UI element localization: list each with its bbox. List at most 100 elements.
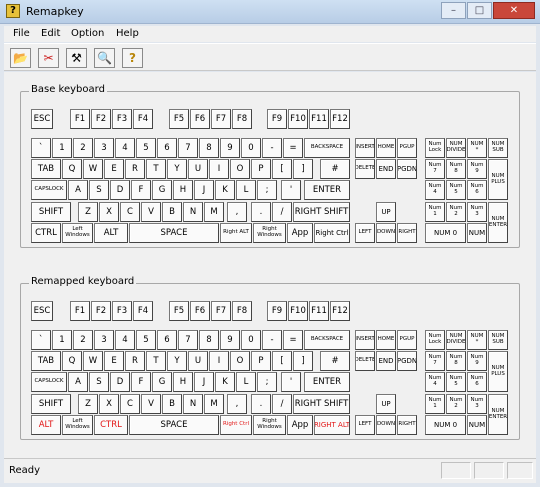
remapped-key-f6[interactable]: F6: [190, 301, 210, 321]
remapped-key-u[interactable]: U: [188, 351, 208, 371]
maximize-button[interactable]: □: [467, 2, 492, 19]
base-key-lbr[interactable]: [: [272, 159, 292, 179]
remapped-key-grave[interactable]: `: [31, 330, 51, 350]
base-key-rwin[interactable]: Right Windows: [253, 223, 286, 243]
base-key-pgup[interactable]: PGUP: [397, 138, 417, 158]
base-key-f[interactable]: F: [131, 180, 151, 200]
remapped-key-end[interactable]: END: [376, 351, 396, 371]
base-key-g[interactable]: G: [152, 180, 172, 200]
base-key-caps[interactable]: CAPSLOCK: [31, 180, 67, 200]
base-key-end[interactable]: END: [376, 159, 396, 179]
base-key-period[interactable]: .: [251, 202, 271, 222]
base-key-slash[interactable]: /: [272, 202, 292, 222]
base-key-f10[interactable]: F10: [288, 109, 308, 129]
remapped-key-tab[interactable]: TAB: [31, 351, 61, 371]
clear-icon[interactable]: ✂: [38, 48, 59, 68]
base-key-u[interactable]: U: [188, 159, 208, 179]
base-key-space[interactable]: SPACE: [129, 223, 219, 243]
base-key-hash[interactable]: #: [320, 159, 350, 179]
base-key-rbr[interactable]: ]: [293, 159, 313, 179]
base-key-numenter[interactable]: NUM ENTER: [488, 202, 508, 243]
remapped-key-pgup[interactable]: PGUP: [397, 330, 417, 350]
base-key-h[interactable]: H: [173, 180, 193, 200]
remapped-key-n0[interactable]: 0: [241, 330, 261, 350]
base-key-numplus[interactable]: NUM PLUS: [488, 159, 508, 200]
base-key-f7[interactable]: F7: [211, 109, 231, 129]
remapped-key-num3[interactable]: Num 3: [467, 394, 487, 414]
remapped-key-j[interactable]: J: [194, 372, 214, 392]
base-key-rctrl[interactable]: Right Ctrl: [314, 223, 350, 243]
base-key-m[interactable]: M: [204, 202, 224, 222]
remapped-key-num0[interactable]: NUM 0: [425, 415, 466, 435]
base-key-backspace[interactable]: BACKSPACE: [304, 138, 350, 158]
base-key-b[interactable]: B: [162, 202, 182, 222]
remapped-key-i[interactable]: I: [209, 351, 229, 371]
remapped-key-left[interactable]: LEFT: [355, 415, 375, 435]
remapped-key-n1[interactable]: 1: [52, 330, 72, 350]
base-key-x[interactable]: X: [99, 202, 119, 222]
base-key-num3[interactable]: Num 3: [467, 202, 487, 222]
remapped-key-rbr[interactable]: ]: [293, 351, 313, 371]
remapped-key-numenter[interactable]: NUM ENTER: [488, 394, 508, 435]
remapped-key-numlock[interactable]: Num Lock: [425, 330, 445, 350]
close-button[interactable]: ✕: [493, 2, 535, 19]
remapped-key-del[interactable]: DELETE: [355, 351, 375, 371]
base-key-esc[interactable]: ESC: [31, 109, 53, 129]
remapped-key-num2[interactable]: Num 2: [446, 394, 466, 414]
base-key-q[interactable]: Q: [62, 159, 82, 179]
remapped-key-n[interactable]: N: [183, 394, 203, 414]
base-key-right[interactable]: RIGHT: [397, 223, 417, 243]
remapped-key-n3[interactable]: 3: [94, 330, 114, 350]
base-key-n7[interactable]: 7: [178, 138, 198, 158]
base-key-n5[interactable]: 5: [136, 138, 156, 158]
remapped-key-numsub[interactable]: NUM SUB: [488, 330, 508, 350]
remapped-key-n7[interactable]: 7: [178, 330, 198, 350]
base-key-lalt[interactable]: ALT: [94, 223, 128, 243]
remapped-key-lctrl[interactable]: ALT: [31, 415, 61, 435]
remapped-key-numdiv[interactable]: NUM DIVIDE: [446, 330, 466, 350]
open-icon[interactable]: 📂: [10, 48, 31, 68]
remapped-key-esc[interactable]: ESC: [31, 301, 53, 321]
remapped-key-pgdn[interactable]: PGDN: [397, 351, 417, 371]
remapped-key-num1[interactable]: Num 1: [425, 394, 445, 414]
remapped-key-home[interactable]: HOME: [376, 330, 396, 350]
base-key-lwin[interactable]: Left Windows: [62, 223, 93, 243]
remapped-key-down[interactable]: DOWN: [376, 415, 396, 435]
remapped-key-f11[interactable]: F11: [309, 301, 329, 321]
remapped-key-right[interactable]: RIGHT: [397, 415, 417, 435]
menu-help[interactable]: Help: [116, 28, 139, 39]
remapped-key-num6[interactable]: Num 6: [467, 372, 487, 392]
remapped-key-r[interactable]: R: [125, 351, 145, 371]
remapped-key-m[interactable]: M: [204, 394, 224, 414]
menu-edit[interactable]: Edit: [41, 28, 60, 39]
remapped-key-lwin[interactable]: Left Windows: [62, 415, 93, 435]
base-key-o[interactable]: O: [230, 159, 250, 179]
base-key-tab[interactable]: TAB: [31, 159, 61, 179]
base-key-rshift[interactable]: RIGHT SHIFT: [293, 202, 350, 222]
base-key-numsub[interactable]: NUM SUB: [488, 138, 508, 158]
remapped-key-rctrl[interactable]: RIGHT ALT: [314, 415, 350, 435]
base-key-equal[interactable]: =: [283, 138, 303, 158]
remapped-key-f12[interactable]: F12: [330, 301, 350, 321]
base-key-num9[interactable]: Num 9: [467, 159, 487, 179]
base-key-w[interactable]: W: [83, 159, 103, 179]
base-key-k[interactable]: K: [215, 180, 235, 200]
remapped-key-lbr[interactable]: [: [272, 351, 292, 371]
remapped-key-ralt[interactable]: Right Ctrl: [220, 415, 252, 435]
remapped-key-f5[interactable]: F5: [169, 301, 189, 321]
help-icon[interactable]: ?: [122, 48, 143, 68]
remapped-key-lalt[interactable]: CTRL: [94, 415, 128, 435]
base-key-z[interactable]: Z: [78, 202, 98, 222]
remapped-key-n4[interactable]: 4: [115, 330, 135, 350]
base-key-num4[interactable]: Num 4: [425, 180, 445, 200]
base-key-pgdn[interactable]: PGDN: [397, 159, 417, 179]
minimize-button[interactable]: –: [441, 2, 466, 19]
remapped-key-f9[interactable]: F9: [267, 301, 287, 321]
remapped-key-quote[interactable]: ': [281, 372, 301, 392]
remapped-key-x[interactable]: X: [99, 394, 119, 414]
base-key-f11[interactable]: F11: [309, 109, 329, 129]
base-key-left[interactable]: LEFT: [355, 223, 375, 243]
remapped-key-v[interactable]: V: [141, 394, 161, 414]
base-key-numdot[interactable]: NUM: [467, 223, 487, 243]
remapped-key-period[interactable]: .: [251, 394, 271, 414]
